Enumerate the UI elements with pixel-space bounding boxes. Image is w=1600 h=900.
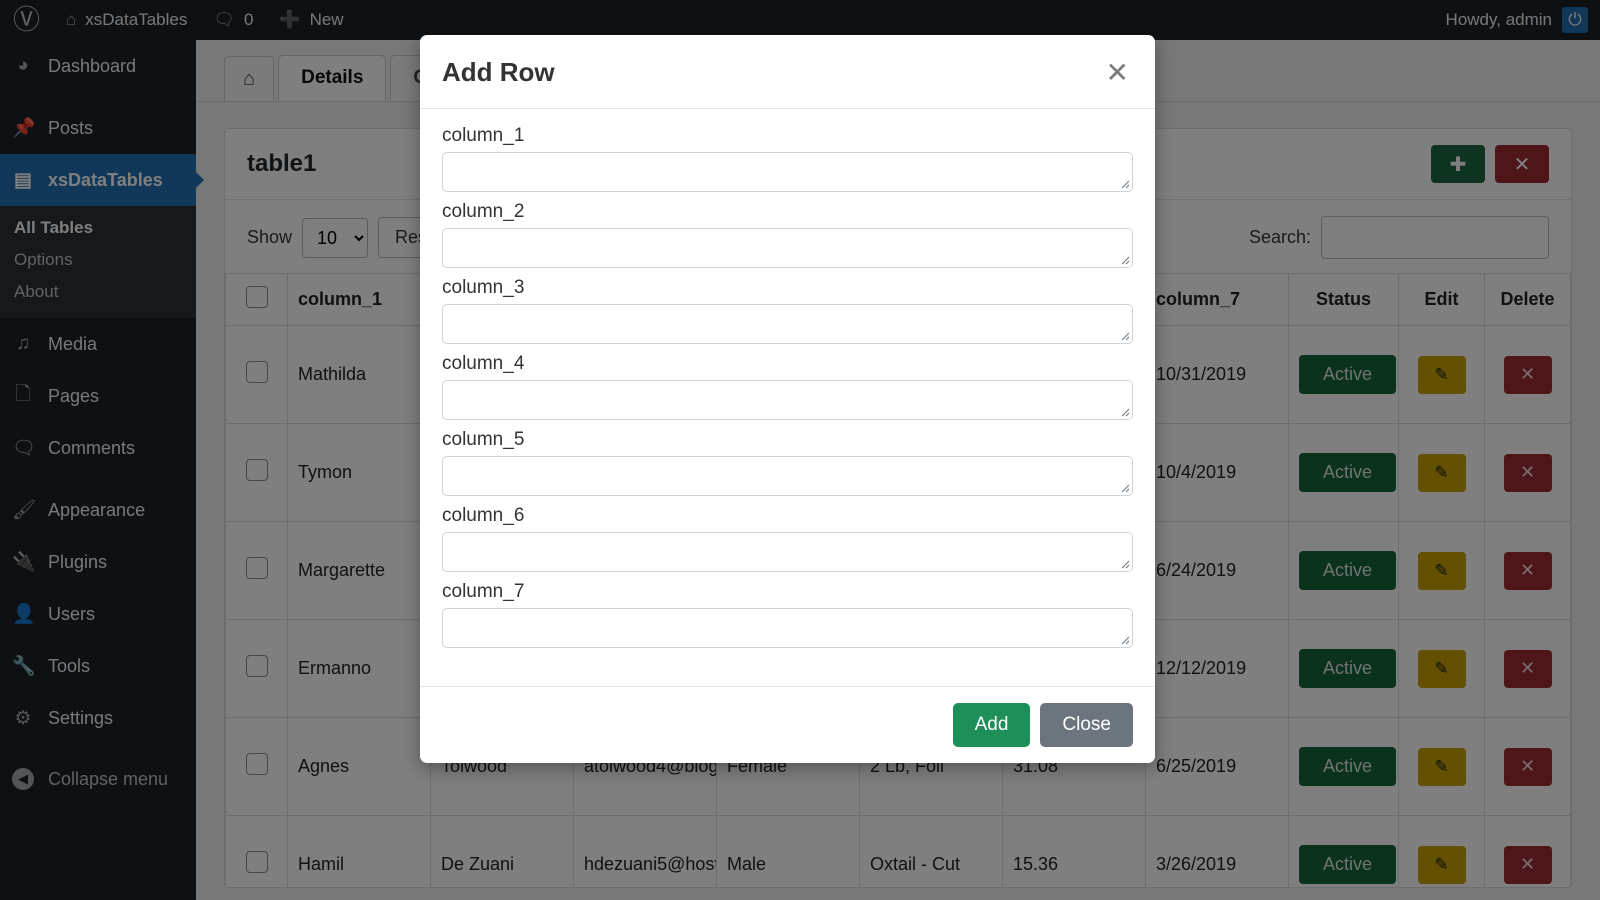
field-input-column-4[interactable] (442, 380, 1133, 420)
modal-field-5: column_5 (442, 429, 1133, 496)
field-label-column-1: column_1 (442, 125, 525, 146)
field-label-column-3: column_3 (442, 277, 525, 298)
field-label-column-6: column_6 (442, 505, 525, 526)
modal-field-1: column_1 (442, 125, 1133, 192)
field-label-column-2: column_2 (442, 201, 525, 222)
modal-footer: Add Close (420, 686, 1155, 763)
field-label-column-4: column_4 (442, 353, 525, 374)
field-wrapper (442, 532, 1133, 572)
modal-field-6: column_6 (442, 505, 1133, 572)
field-wrapper (442, 456, 1133, 496)
add-row-modal: Add Row ✕ column_1 column_2 column_3 column… (420, 35, 1155, 763)
field-label-column-7: column_7 (442, 581, 525, 602)
field-wrapper (442, 380, 1133, 420)
field-wrapper (442, 608, 1133, 648)
field-input-column-5[interactable] (442, 456, 1133, 496)
close-button[interactable]: Close (1040, 703, 1133, 747)
field-label-column-5: column_5 (442, 429, 525, 450)
modal-body: column_1 column_2 column_3 column_4 column_5… (420, 109, 1155, 686)
modal-field-4: column_4 (442, 353, 1133, 420)
modal-field-2: column_2 (442, 201, 1133, 268)
modal-title: Add Row (442, 57, 555, 87)
field-input-column-2[interactable] (442, 228, 1133, 268)
close-icon[interactable]: ✕ (1102, 58, 1133, 87)
field-input-column-7[interactable] (442, 608, 1133, 648)
modal-field-7: column_7 (442, 581, 1133, 648)
field-wrapper (442, 304, 1133, 344)
modal-header: Add Row ✕ (420, 35, 1155, 109)
field-input-column-6[interactable] (442, 532, 1133, 572)
add-button[interactable]: Add (952, 703, 1031, 747)
field-wrapper (442, 152, 1133, 192)
field-input-column-3[interactable] (442, 304, 1133, 344)
field-input-column-1[interactable] (442, 152, 1133, 192)
modal-field-3: column_3 (442, 277, 1133, 344)
field-wrapper (442, 228, 1133, 268)
